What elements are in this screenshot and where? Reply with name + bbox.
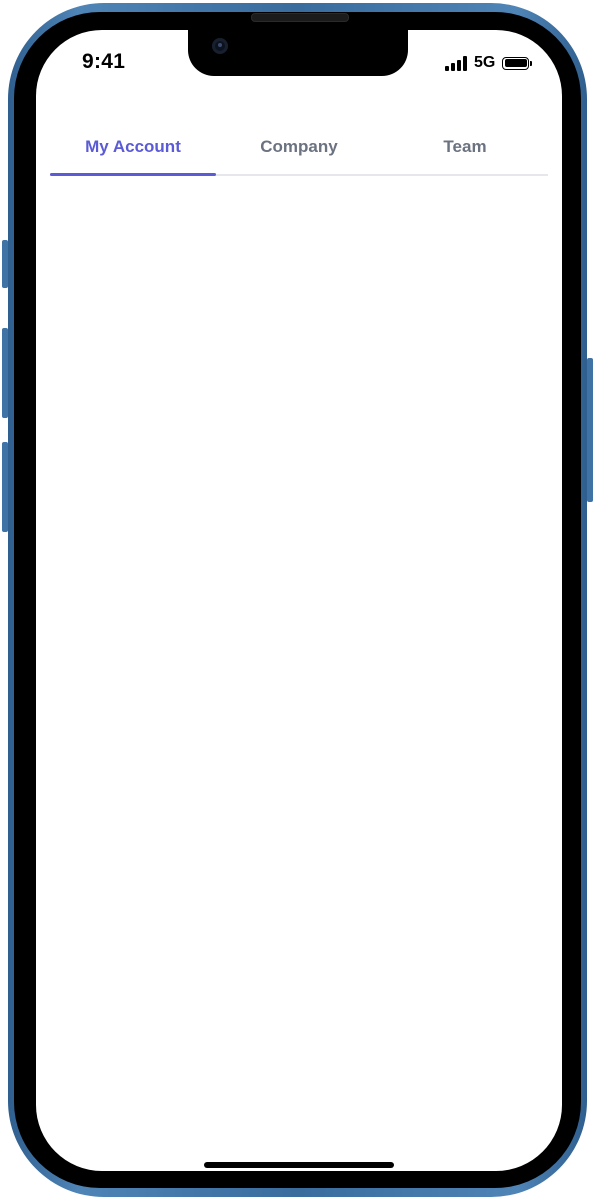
tab-team[interactable]: Team: [382, 130, 548, 174]
battery-icon: [502, 56, 533, 70]
tab-company[interactable]: Company: [216, 130, 382, 174]
tab-label: Company: [260, 137, 338, 156]
home-indicator[interactable]: [204, 1162, 394, 1168]
status-time: 9:41: [82, 50, 126, 73]
volume-down-button: [2, 442, 8, 532]
screen: [36, 30, 562, 1171]
tab-label: Team: [443, 137, 487, 156]
network-type-label: 5G: [474, 54, 496, 71]
mute-switch: [2, 240, 8, 288]
tab-bar: My Account Company Team: [50, 130, 548, 176]
status-indicators: 5G: [445, 53, 533, 73]
volume-up-button: [2, 328, 8, 418]
tab-label: My Account: [85, 137, 181, 156]
cellular-signal-icon: [445, 55, 467, 71]
tab-my-account[interactable]: My Account: [50, 130, 216, 176]
power-button: [587, 358, 593, 502]
speaker-grille: [251, 13, 349, 22]
front-camera: [212, 38, 228, 54]
battery-level: [504, 59, 527, 67]
